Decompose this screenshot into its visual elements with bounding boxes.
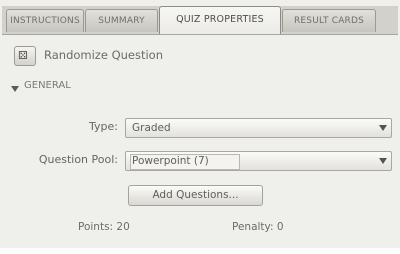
section-general-header[interactable]: GENERAL <box>24 80 71 91</box>
randomize-button[interactable]: ⚄ <box>14 46 36 66</box>
type-select[interactable]: Graded <box>125 118 392 138</box>
randomize-label: Randomize Question <box>44 48 164 62</box>
tab-summary[interactable]: SUMMARY <box>85 9 158 32</box>
penalty-value: Penalty: 0 <box>232 221 284 233</box>
add-questions-button[interactable]: Add Questions... <box>128 185 263 206</box>
panel-bottom-edge <box>0 248 400 254</box>
tab-result-cards[interactable]: RESULT CARDS <box>282 9 376 32</box>
question-pool-label: Question Pool: <box>38 153 118 166</box>
chevron-down-icon <box>379 158 387 164</box>
tab-bar: INSTRUCTIONS SUMMARY QUIZ PROPERTIES RES… <box>2 6 398 35</box>
section-collapse-icon[interactable] <box>11 86 19 92</box>
quiz-properties-panel: INSTRUCTIONS SUMMARY QUIZ PROPERTIES RES… <box>0 0 400 254</box>
type-label: Type: <box>89 120 118 133</box>
type-select-value: Graded <box>132 122 171 134</box>
points-value: Points: 20 <box>78 221 130 233</box>
chevron-down-icon <box>379 125 387 131</box>
question-pool-select[interactable]: Powerpoint (7) <box>125 151 392 171</box>
dice-icon: ⚄ <box>18 49 28 62</box>
tab-quiz-properties[interactable]: QUIZ PROPERTIES <box>159 6 281 34</box>
question-pool-select-value: Powerpoint (7) <box>132 155 209 167</box>
tab-instructions[interactable]: INSTRUCTIONS <box>6 9 84 32</box>
